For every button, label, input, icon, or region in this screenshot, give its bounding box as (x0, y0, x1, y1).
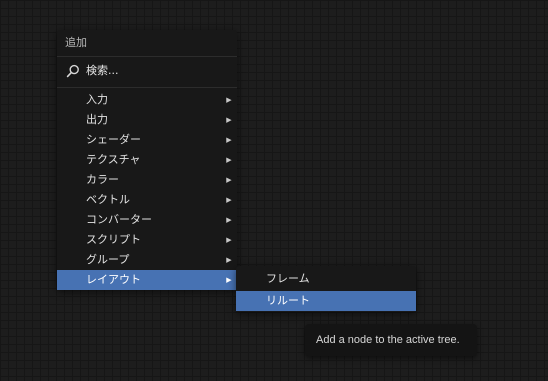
menu-item-label: 入力 (86, 93, 108, 106)
menu-item-label: カラー (86, 173, 119, 186)
menu-item-label: グループ (86, 253, 130, 266)
menu-item-input[interactable]: 入力 ▶ (57, 90, 237, 110)
menu-item-label: スクリプト (86, 233, 141, 246)
chevron-right-icon: ▶ (226, 156, 232, 164)
submenu-item-label: リルート (266, 294, 310, 307)
submenu-item-label: フレーム (266, 272, 310, 285)
search-menu-item[interactable]: 検索... (57, 61, 237, 81)
menu-item-label: ベクトル (86, 193, 130, 206)
chevron-right-icon: ▶ (226, 236, 232, 244)
tooltip-text: Add a node to the active tree. (316, 334, 460, 346)
chevron-right-icon: ▶ (226, 256, 232, 264)
chevron-right-icon: ▶ (226, 96, 232, 104)
menu-item-label: 出力 (86, 113, 108, 126)
chevron-right-icon: ▶ (226, 216, 232, 224)
chevron-right-icon: ▶ (226, 136, 232, 144)
submenu-item-frame[interactable]: フレーム (236, 269, 416, 289)
submenu-item-reroute[interactable]: リルート (236, 291, 416, 311)
menu-title: 追加 (65, 36, 87, 49)
search-label: 検索... (86, 64, 119, 77)
menu-item-label: レイアウト (86, 273, 141, 286)
chevron-right-icon: ▶ (226, 196, 232, 204)
menu-item-converter[interactable]: コンバーター ▶ (57, 210, 237, 230)
menu-item-output[interactable]: 出力 ▶ (57, 110, 237, 130)
menu-item-shader[interactable]: シェーダー ▶ (57, 130, 237, 150)
menu-item-label: テクスチャ (86, 153, 141, 166)
menu-item-label: コンバーター (86, 213, 152, 226)
chevron-right-icon: ▶ (226, 116, 232, 124)
chevron-right-icon: ▶ (226, 176, 232, 184)
menu-divider (57, 56, 237, 57)
search-icon (66, 64, 80, 78)
chevron-right-icon: ▶ (226, 276, 232, 284)
menu-item-color[interactable]: カラー ▶ (57, 170, 237, 190)
add-menu: 追加 検索... 入力 ▶ 出力 ▶ シェーダー ▶ テクスチャ ▶ カラー ▶… (57, 30, 237, 290)
menu-item-vector[interactable]: ベクトル ▶ (57, 190, 237, 210)
tooltip: Add a node to the active tree. (305, 324, 477, 356)
menu-divider (57, 87, 237, 88)
menu-item-script[interactable]: スクリプト ▶ (57, 230, 237, 250)
menu-item-group[interactable]: グループ ▶ (57, 250, 237, 270)
menu-item-layout[interactable]: レイアウト ▶ (57, 270, 237, 290)
layout-submenu: フレーム リルート (236, 266, 416, 312)
menu-item-label: シェーダー (86, 133, 141, 146)
menu-item-texture[interactable]: テクスチャ ▶ (57, 150, 237, 170)
